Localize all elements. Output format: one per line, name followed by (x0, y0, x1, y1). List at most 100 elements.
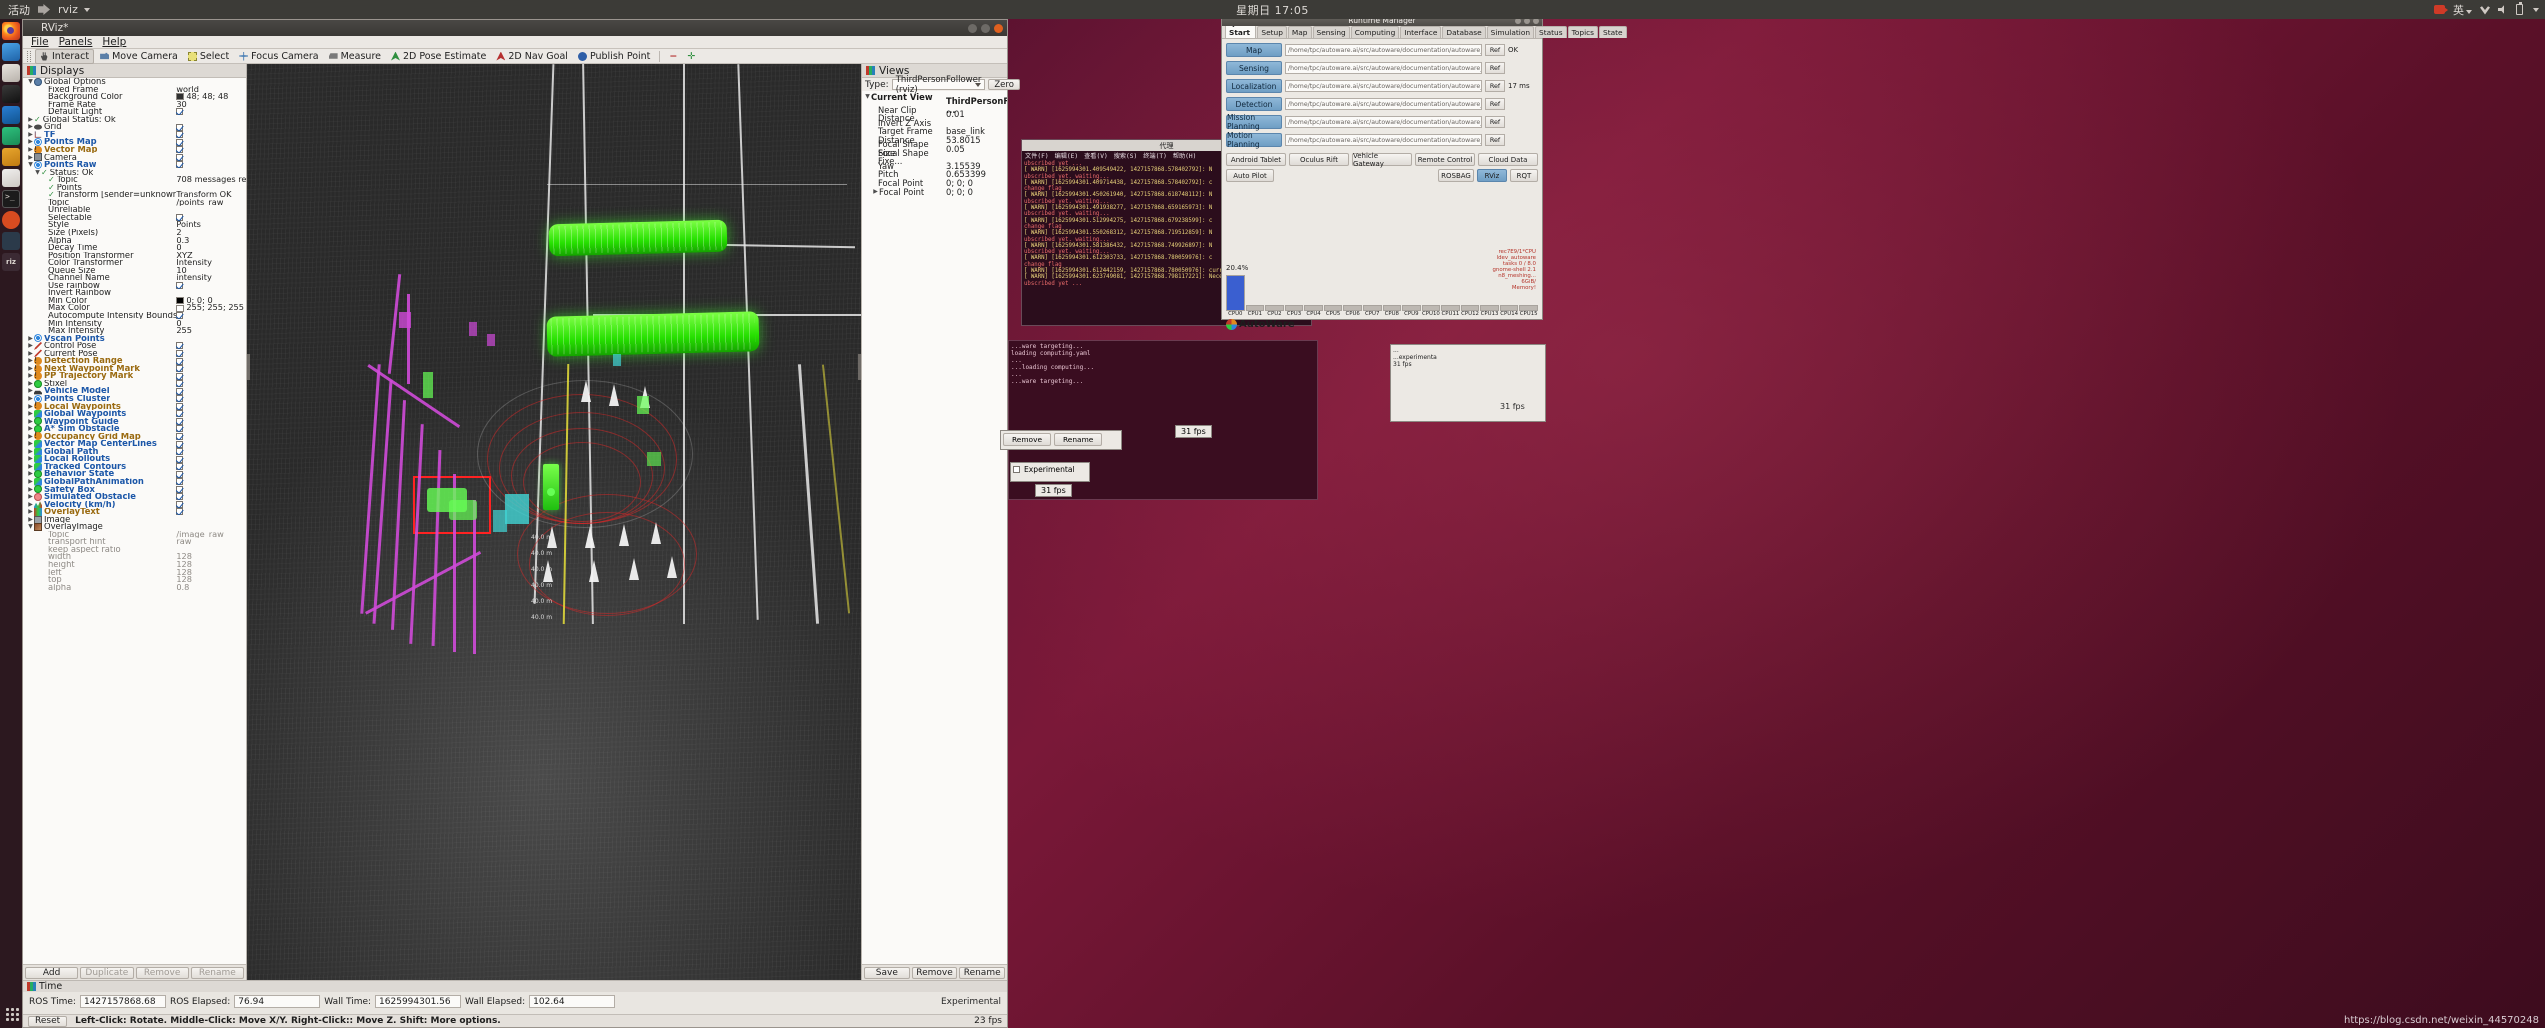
display-row-value[interactable] (176, 425, 246, 433)
display-row-value[interactable]: 0 (176, 320, 246, 328)
rviz-titlebar[interactable]: RViz* (23, 20, 1007, 36)
input-method-indicator[interactable]: 英 (2453, 2, 2472, 18)
views-property-row[interactable]: Focal Shape Fixe... (862, 149, 1007, 166)
display-row-value[interactable] (176, 342, 246, 350)
display-row-value[interactable] (176, 131, 246, 139)
display-visibility-checkbox[interactable] (176, 123, 184, 131)
display-visibility-checkbox[interactable] (176, 146, 184, 154)
terminal-menu-view[interactable]: 查看(V) (1084, 151, 1108, 160)
display-visibility-checkbox[interactable] (176, 214, 184, 222)
terminal-menu-edit[interactable]: 编辑(E) (1055, 151, 1079, 160)
view-splitter[interactable] (858, 354, 861, 380)
rtm-launch-path[interactable]: /home/tpc/autoware.ai/src/autoware/docum… (1285, 98, 1482, 110)
experimental-dialog[interactable]: Experimental (1010, 462, 1090, 482)
amazon-icon[interactable] (2, 232, 20, 250)
rtm-ref-button[interactable]: Ref (1485, 80, 1505, 92)
tool-measure[interactable]: Measure (325, 50, 385, 63)
display-tree-row[interactable]: Default Light (23, 108, 246, 116)
zero-button[interactable]: Zero (988, 79, 1020, 90)
remove-view-button[interactable]: Remove (911, 966, 958, 979)
display-tree-row[interactable]: ✓ Points (23, 184, 246, 192)
thunderbird-icon[interactable] (2, 43, 20, 61)
display-visibility-checkbox[interactable] (176, 349, 184, 357)
display-row-value[interactable]: /image_raw (176, 531, 246, 539)
views-property-row[interactable]: Near Clip Distance 0.01 (862, 106, 1007, 123)
display-row-value[interactable]: intensity (176, 274, 246, 282)
display-row-value[interactable]: 128 (176, 553, 246, 561)
rtm-ref-button[interactable]: Ref (1485, 116, 1505, 128)
rename-button[interactable]: Rename (1054, 433, 1103, 446)
color-swatch[interactable] (176, 297, 185, 305)
rtm-launch-button-sensing[interactable]: Sensing (1226, 61, 1282, 75)
rtm-launch-button-detection[interactable]: Detection (1226, 97, 1282, 111)
display-row-value[interactable] (176, 463, 246, 471)
display-tree-row[interactable]: Position Transformer XYZ (23, 252, 246, 260)
display-row-value[interactable] (176, 478, 246, 486)
menu-file[interactable]: File (31, 36, 49, 48)
rtm-tab-computing[interactable]: Computing (1350, 26, 1400, 38)
rtm-ref-button[interactable]: Ref (1485, 62, 1505, 74)
wall-elapsed-value[interactable]: 102.64 (529, 995, 616, 1008)
display-row-value[interactable] (176, 500, 246, 508)
display-visibility-checkbox[interactable] (176, 312, 184, 320)
tool-add[interactable]: ✛ (683, 50, 699, 63)
display-row-value[interactable]: /points_raw (176, 199, 246, 207)
terminal-icon[interactable] (2, 190, 20, 208)
color-swatch[interactable] (176, 93, 185, 101)
display-visibility-checkbox[interactable] (176, 410, 184, 418)
display-visibility-checkbox[interactable] (176, 425, 184, 433)
views-property-row[interactable]: Invert Z Axis (862, 119, 1007, 128)
display-row-value[interactable] (176, 365, 246, 373)
libreoffice-calc-icon[interactable] (2, 127, 20, 145)
display-visibility-checkbox[interactable] (176, 485, 184, 493)
rtm-tab-simulation[interactable]: Simulation (1486, 26, 1535, 38)
display-row-value[interactable]: 2 (176, 229, 246, 237)
display-tree-row[interactable]: Selectable (23, 214, 246, 222)
rtm-tab-map[interactable]: Map (1287, 26, 1312, 38)
display-row-value[interactable]: Transform OK (176, 191, 246, 199)
ubuntu-software-icon[interactable] (2, 169, 20, 187)
menu-help[interactable]: Help (102, 36, 126, 48)
display-visibility-checkbox[interactable] (176, 478, 184, 486)
volume-icon[interactable] (2498, 5, 2504, 14)
remove-button[interactable]: Remove (1003, 433, 1051, 446)
rtm-tab-state[interactable]: State (1599, 26, 1627, 38)
display-tree-row[interactable]: Color Transformer Intensity (23, 259, 246, 267)
display-tree-row[interactable]: Decay Time 0 (23, 244, 246, 252)
display-row-value[interactable] (176, 357, 246, 365)
display-tree-row[interactable]: Unreliable (23, 206, 246, 214)
rename-view-button[interactable]: Rename (959, 966, 1006, 979)
runtime-manager-tabs[interactable]: Quick StartSetupMapSensingComputingInter… (1222, 17, 1627, 39)
rtm-device-button-remote-control[interactable]: Remote Control (1415, 153, 1475, 166)
display-row-value[interactable] (176, 387, 246, 395)
display-tree-row[interactable]: height 128 (23, 561, 246, 569)
display-row-value[interactable] (176, 448, 246, 456)
rtm-launch-button-localization[interactable]: Localization (1226, 79, 1282, 93)
display-tree-row[interactable]: ✓Topic 708 messages received (23, 176, 246, 184)
display-row-value[interactable]: 128 (176, 569, 246, 577)
display-tree-row[interactable]: Fixed Frame world (23, 86, 246, 94)
display-visibility-checkbox[interactable] (176, 395, 184, 403)
duplicate-display-button[interactable]: Duplicate (80, 966, 134, 979)
views-property-list[interactable]: ▼Current ViewThirdPersonFollower ...Near… (862, 91, 1007, 964)
display-row-value[interactable]: 0 (176, 244, 246, 252)
display-row-value[interactable]: 255; 255; 255 (176, 304, 246, 312)
views-property-value[interactable]: 0; 0; 0 (946, 179, 973, 188)
display-visibility-checkbox[interactable] (176, 432, 184, 440)
tool-interact[interactable]: Interact (35, 48, 95, 64)
display-row-value[interactable]: raw (176, 538, 246, 546)
firefox-icon[interactable] (2, 22, 20, 40)
display-tree-row[interactable]: Min Intensity 0 (23, 320, 246, 328)
rtm-ref-button[interactable]: Ref (1485, 98, 1505, 110)
display-visibility-checkbox[interactable] (176, 365, 184, 373)
display-row-value[interactable] (176, 493, 246, 501)
display-visibility-checkbox[interactable] (176, 138, 184, 146)
display-tree-row[interactable]: Alpha 0.3 (23, 236, 246, 244)
views-property-value[interactable]: base_link (946, 127, 985, 136)
files-icon[interactable] (2, 64, 20, 82)
tool-2d-pose-estimate[interactable]: 2D Pose Estimate (387, 50, 490, 63)
display-row-value[interactable]: 48; 48; 48 (176, 93, 246, 101)
views-property-row[interactable]: Pitch 0.653399 (862, 170, 1007, 179)
display-visibility-checkbox[interactable] (176, 508, 184, 516)
rtm-launch-button-mission-planning[interactable]: Mission Planning (1226, 113, 1282, 131)
